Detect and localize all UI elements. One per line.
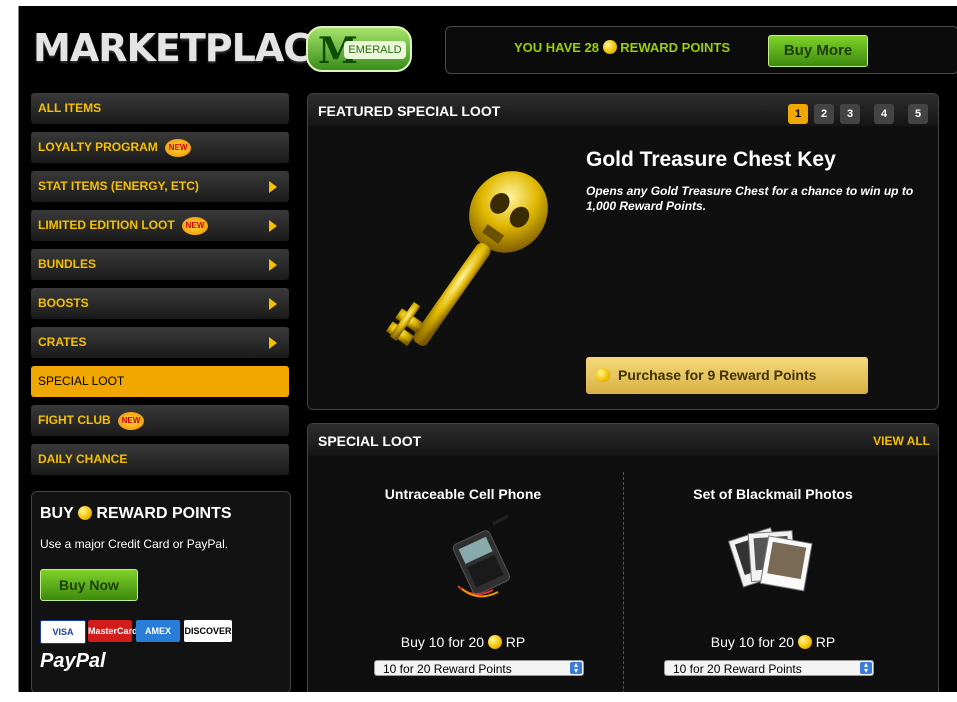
sidebar-item-label: LIMITED EDITION LOOT	[38, 218, 175, 232]
paypal-logo: PayPal	[40, 650, 106, 672]
discover-card-icon: DISCOVER	[184, 620, 232, 642]
rp-suffix: REWARD POINTS	[620, 40, 731, 55]
page-1-button[interactable]: 1	[788, 104, 808, 124]
sidebar-item-label: BUNDLES	[38, 257, 97, 271]
coin-icon	[596, 368, 610, 382]
sidebar-item-label: FIGHT CLUB	[38, 413, 111, 427]
sidebar-item-stat-items[interactable]: STAT ITEMS (ENERGY, ETC)	[31, 171, 289, 202]
featured-title: FEATURED SPECIAL LOOT	[318, 103, 501, 119]
quantity-select[interactable]: 10 for 20 Reward Points ▴ ▾	[664, 660, 874, 676]
loot-price: Buy 10 for 20 RP	[638, 634, 908, 650]
featured-header: FEATURED SPECIAL LOOT 1 2 3 4 5	[308, 94, 938, 126]
loot-price-suffix: RP	[505, 634, 526, 650]
arrow-right-icon	[269, 259, 277, 271]
quantity-select-value: 10 for 20 Reward Points	[673, 662, 802, 676]
sidebar-item-label: SPECIAL LOOT	[38, 374, 125, 388]
loot-price-suffix: RP	[815, 634, 836, 650]
new-badge: NEW	[182, 216, 209, 235]
emerald-label: EMERALD	[344, 41, 406, 59]
chevron-updown-icon: ▴ ▾	[570, 661, 582, 675]
column-divider	[623, 472, 624, 692]
rp-prefix: YOU HAVE 28	[514, 40, 600, 55]
skull-key-image	[385, 171, 548, 347]
sidebar-item-bundles[interactable]: BUNDLES	[31, 249, 289, 280]
coin-icon	[77, 506, 92, 520]
page-4-button[interactable]: 4	[874, 104, 894, 124]
buy-rp-subtitle: Use a major Credit Card or PayPal.	[40, 537, 229, 551]
sidebar-item-all-items[interactable]: ALL ITEMS	[31, 93, 289, 124]
marketplace-frame: MARKETPLACE M EMERALD YOU HAVE 28 REWARD…	[18, 6, 957, 692]
buy-rp-title-prefix: BUY	[40, 505, 74, 522]
view-all-link[interactable]: VIEW ALL	[873, 434, 930, 448]
cell-phone-image[interactable]	[438, 514, 528, 604]
arrow-right-icon	[269, 220, 277, 232]
buy-rp-title: BUY REWARD POINTS	[40, 505, 232, 523]
buy-reward-points-box: BUY REWARD POINTS Use a major Credit Car…	[31, 491, 291, 692]
reward-points-panel: YOU HAVE 28 REWARD POINTS Buy More	[445, 26, 957, 74]
featured-panel: FEATURED SPECIAL LOOT 1 2 3 4 5 Gold Tre…	[307, 93, 939, 410]
chevron-updown-icon: ▴ ▾	[860, 661, 872, 675]
sidebar-item-label: BOOSTS	[38, 296, 89, 310]
arrow-right-icon	[269, 337, 277, 349]
arrow-right-icon	[269, 181, 277, 193]
purchase-button[interactable]: Purchase for 9 Reward Points	[586, 357, 868, 394]
sidebar-item-label: CRATES	[38, 335, 87, 349]
arrow-right-icon	[269, 298, 277, 310]
loot-price: Buy 10 for 20 RP	[328, 634, 598, 650]
special-loot-panel: SPECIAL LOOT VIEW ALL Untraceable Cell P…	[307, 423, 939, 692]
loot-item-name: Untraceable Cell Phone	[384, 486, 542, 502]
loot-price-prefix: Buy 10 for 20	[710, 634, 795, 650]
new-badge: NEW	[165, 138, 192, 157]
page-2-button[interactable]: 2	[814, 104, 834, 124]
quantity-select[interactable]: 10 for 20 Reward Points ▴ ▾	[374, 660, 584, 676]
mastercard-icon: MasterCard	[88, 620, 138, 642]
reward-points-balance: YOU HAVE 28 REWARD POINTS	[514, 40, 730, 55]
page-3-button[interactable]: 3	[840, 104, 860, 124]
sidebar-item-label: LOYALTY PROGRAM	[38, 140, 158, 154]
special-loot-title: SPECIAL LOOT	[318, 433, 422, 449]
sidebar-item-daily-chance[interactable]: DAILY CHANCE	[31, 444, 289, 475]
quantity-select-value: 10 for 20 Reward Points	[383, 662, 512, 676]
coin-icon	[487, 635, 502, 649]
buy-more-button[interactable]: Buy More	[768, 35, 868, 67]
amex-card-icon: AMEX	[136, 620, 180, 642]
sidebar-item-limited-edition-loot[interactable]: LIMITED EDITION LOOT NEW	[31, 210, 289, 241]
featured-item-name: Gold Treasure Chest Key	[586, 148, 836, 171]
loot-price-prefix: Buy 10 for 20	[400, 634, 485, 650]
sidebar-nav: ALL ITEMS LOYALTY PROGRAM NEW STAT ITEMS…	[31, 93, 289, 483]
emerald-badge: M EMERALD	[306, 26, 412, 72]
sidebar-item-special-loot[interactable]: SPECIAL LOOT	[31, 366, 289, 397]
sidebar-item-boosts[interactable]: BOOSTS	[31, 288, 289, 319]
loot-item-name: Set of Blackmail Photos	[693, 486, 853, 502]
sidebar-item-loyalty-program[interactable]: LOYALTY PROGRAM NEW	[31, 132, 289, 163]
buy-now-button[interactable]: Buy Now	[40, 569, 138, 601]
sidebar-item-crates[interactable]: CRATES	[31, 327, 289, 358]
sidebar-item-label: ALL ITEMS	[38, 101, 102, 115]
visa-card-icon: VISA	[40, 620, 86, 644]
sidebar-item-label: DAILY CHANCE	[38, 452, 128, 466]
special-loot-header: SPECIAL LOOT VIEW ALL	[308, 424, 938, 456]
coin-icon	[797, 635, 812, 649]
purchase-label: Purchase for 9 Reward Points	[618, 367, 817, 383]
buy-rp-title-suffix: REWARD POINTS	[96, 505, 232, 522]
new-badge: NEW	[118, 411, 144, 430]
page-5-button[interactable]: 5	[908, 104, 928, 124]
sidebar-item-label: STAT ITEMS (ENERGY, ETC)	[38, 179, 199, 193]
sidebar-item-fight-club[interactable]: FIGHT CLUB NEW	[31, 405, 289, 436]
page-title: MARKETPLACE	[33, 26, 336, 70]
blackmail-photos-image[interactable]	[728, 514, 818, 604]
coin-icon	[602, 40, 617, 54]
featured-item-description: Opens any Gold Treasure Chest for a chan…	[586, 184, 914, 213]
